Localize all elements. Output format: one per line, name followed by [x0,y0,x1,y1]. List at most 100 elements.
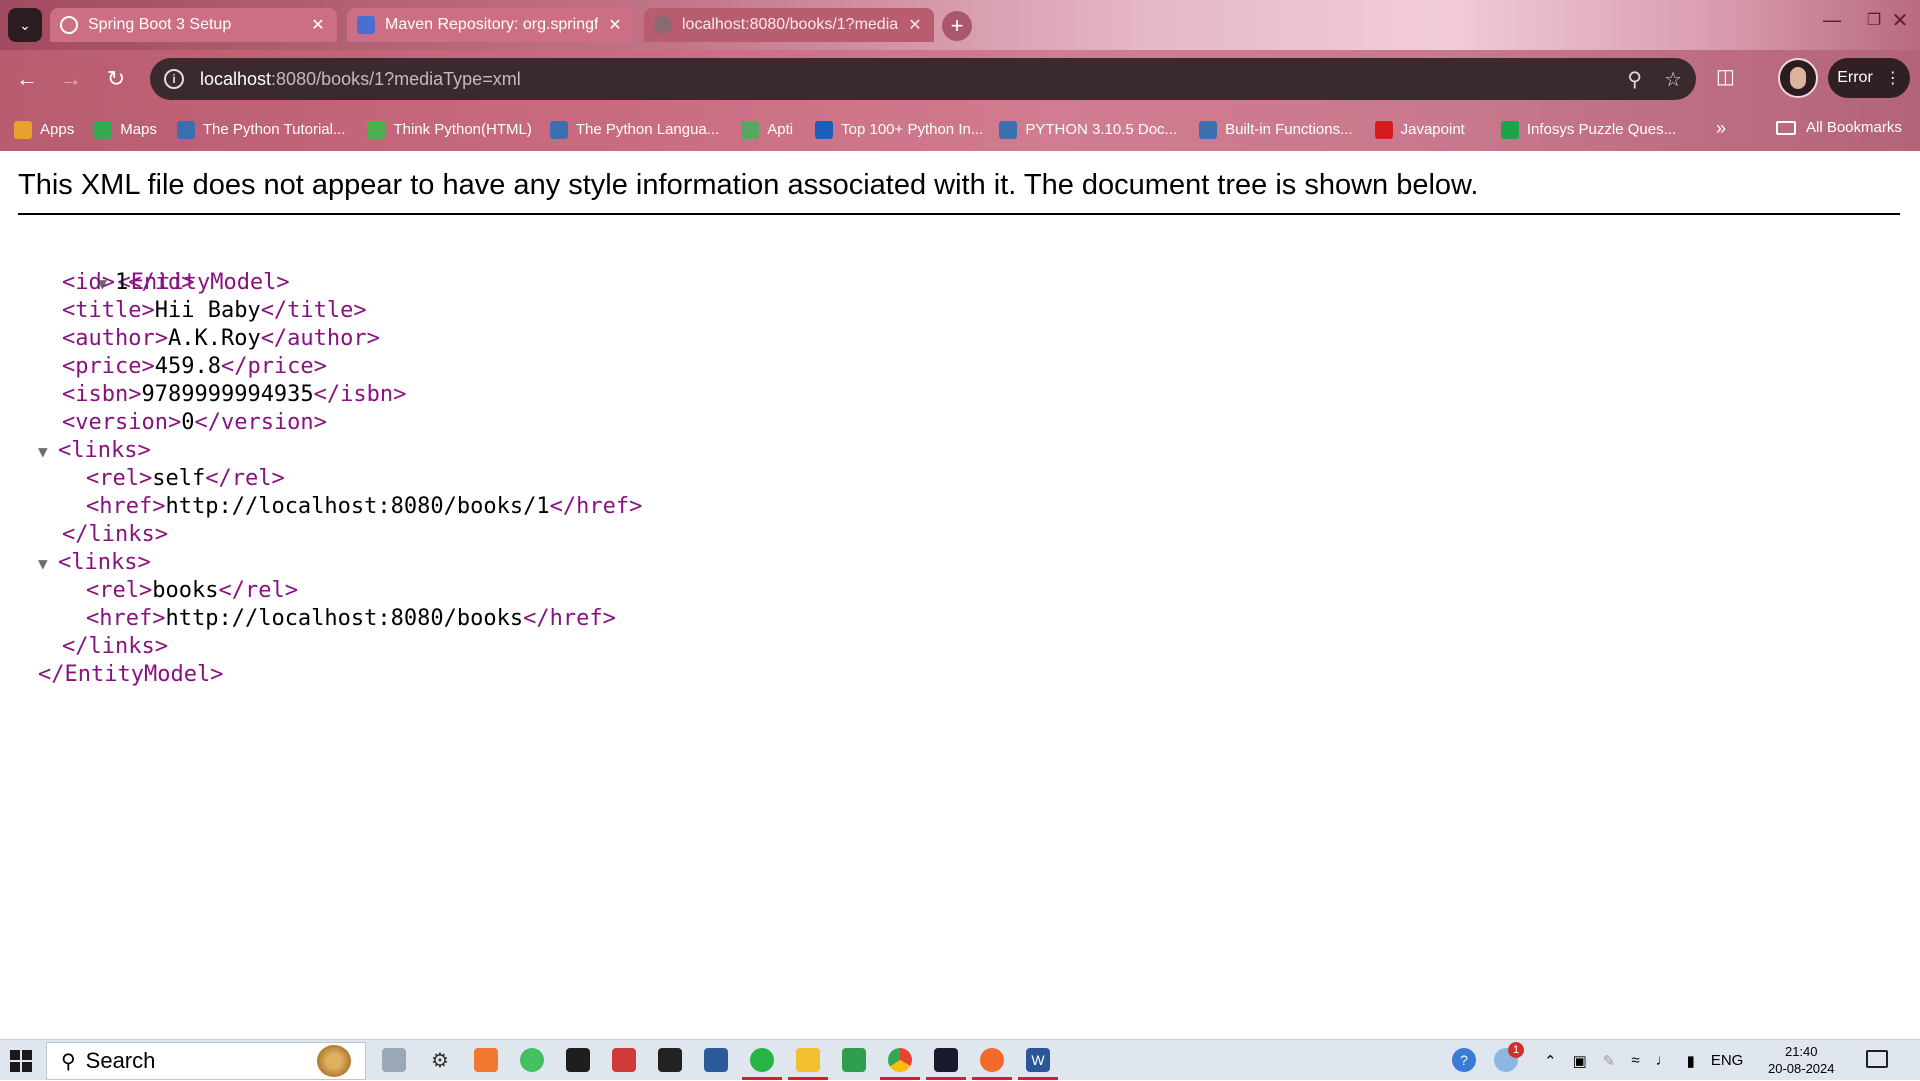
tab-search-button[interactable]: ⌄ [8,8,42,42]
chevron-up-icon[interactable]: ⌃ [1544,1052,1557,1070]
tab-localhost-books[interactable]: localhost:8080/books/1?mediaT ✕ [644,8,934,42]
red-triangle-icon [1374,120,1393,139]
windows-start-icon[interactable] [10,1050,32,1072]
chatgpt-icon [60,16,78,34]
bookmark-item[interactable]: Built-in Functions... [1199,120,1353,139]
bookmark-label: Javapoint [1400,121,1465,138]
close-icon[interactable]: ✕ [606,15,624,35]
xml-tag-open: <author> [62,326,168,351]
intellij-icon[interactable] [926,1048,966,1080]
help-icon[interactable]: ? [1452,1048,1476,1072]
word-icon[interactable]: W [1018,1048,1058,1080]
forward-arrow-icon[interactable]: → [56,64,86,94]
taskbar-clock[interactable]: 21:40 20-08-2024 [1768,1043,1835,1077]
xml-tag-close: </id> [128,270,195,295]
xml-value-version: 0 [181,410,195,435]
python-icon [176,120,195,139]
bookmark-item[interactable]: Infosys Puzzle Ques... [1500,120,1677,139]
postman-icon[interactable] [972,1048,1012,1080]
close-icon[interactable]: ✕ [906,15,924,35]
bookmark-item[interactable]: Top 100+ Python In... [815,120,983,139]
site-info-icon[interactable]: i [164,69,184,89]
all-bookmarks-button[interactable]: All Bookmarks [1776,119,1902,136]
xampp-icon[interactable] [474,1048,498,1072]
profile-avatar[interactable] [1778,58,1818,98]
chevron-down-icon: ⌄ [19,16,31,33]
bookmark-item[interactable]: Javapoint [1374,120,1465,139]
tab-spring-boot-setup[interactable]: Spring Boot 3 Setup ✕ [50,8,337,42]
battery-icon[interactable]: ▮ [1687,1052,1695,1070]
address-bar[interactable]: i localhost:8080/books/1?mediaType=xml ⚲… [150,58,1696,100]
bookmark-item[interactable]: The Python Tutorial... [176,120,346,139]
kebab-menu-icon[interactable]: ⋮ [1885,68,1901,88]
collapse-triangle-icon[interactable]: ▼ [38,438,58,466]
presentation-icon[interactable] [612,1048,636,1072]
file-explorer-icon[interactable] [788,1048,828,1080]
sql-server-icon[interactable] [704,1048,728,1072]
xml-tag-entitymodel-close: </EntityModel> [38,662,224,687]
xml-tag-close: </author> [260,326,380,351]
tab-maven-repository[interactable]: Maven Repository: org.springfr ✕ [347,8,634,42]
xml-tag-links-open: <links> [58,550,151,575]
notifications-icon[interactable] [1866,1050,1888,1068]
sheets-icon[interactable] [842,1048,866,1072]
mvn-icon [357,16,375,34]
profile-error-button[interactable]: Error ⋮ [1828,58,1910,98]
collapse-triangle-icon[interactable]: ▼ [38,550,58,578]
xml-value-title: Hii Baby [154,298,261,323]
xml-tag-close: </title> [260,298,367,323]
language-indicator[interactable]: ENG [1711,1052,1744,1069]
new-tab-button[interactable]: + [942,11,972,41]
whatsapp-icon[interactable] [742,1048,782,1080]
notification-badge: 1 [1508,1042,1524,1058]
minimize-window-button[interactable]: — [1812,10,1852,31]
taskbar-search-label: Search [85,1048,156,1073]
bookmark-label: Infosys Puzzle Ques... [1526,121,1677,138]
taskbar-search-box[interactable]: ⚲ Search [46,1042,366,1080]
weather-widget-icon[interactable] [382,1048,406,1072]
xml-value-href: http://localhost:8080/books/1 [165,494,550,519]
close-icon[interactable]: ✕ [309,15,327,35]
system-tray: ⌃ ▣ ✎ ≈ ♩ ▮ ENG [1544,1040,1743,1081]
whatsapp-small-icon[interactable] [520,1048,544,1072]
xml-tag-open: <href> [86,606,166,631]
settings-gear-icon[interactable]: ⚙ [428,1048,452,1072]
green-play-icon [1500,120,1519,139]
extensions-icon[interactable]: ◫ [1716,64,1735,89]
xml-value-price: 459.8 [154,354,221,379]
close-window-button[interactable]: ✕ [1880,8,1920,33]
volume-icon[interactable]: ♩ [1656,1052,1671,1069]
xml-tag-open: <isbn> [62,382,142,407]
star-bookmark-icon[interactable]: ☆ [1664,67,1682,92]
zoom-icon[interactable]: ⚲ [1627,67,1642,92]
xml-tag-close: </rel> [205,466,285,491]
bookmark-item[interactable]: The Python Langua... [549,120,719,139]
pen-icon[interactable]: ✎ [1603,1052,1616,1070]
security-icon[interactable]: ▣ [1573,1052,1587,1070]
github-icon[interactable] [658,1048,682,1072]
bookmark-label: Maps [120,121,157,138]
bookmark-item[interactable]: Apti [741,120,794,139]
bookmark-label: Apti [767,121,794,138]
xml-tag-close: </href> [549,494,643,519]
bookmark-item[interactable]: Think Python(HTML) [367,120,532,139]
bookmark-item[interactable]: Maps [94,120,157,139]
xml-tag-open: <title> [62,298,155,323]
wifi-icon[interactable]: ≈ [1631,1052,1639,1069]
apps-grid-icon [14,120,32,139]
xml-tag-open: <rel> [86,466,153,491]
back-arrow-icon[interactable]: ← [12,64,42,94]
more-bookmarks-chevron-icon[interactable]: » [1716,118,1726,139]
profile-status-label: Error [1837,69,1873,86]
clock-date: 20-08-2024 [1768,1061,1835,1076]
bookmark-label: PYTHON 3.10.5 Doc... [1025,121,1178,138]
xml-tag-close: </rel> [218,578,298,603]
green-leaf-icon [367,120,386,139]
bookmark-item[interactable]: PYTHON 3.10.5 Doc... [999,120,1178,139]
bookmark-label: The Python Tutorial... [202,121,346,138]
terminal-icon[interactable] [566,1048,590,1072]
reload-icon[interactable]: ↻ [101,64,131,94]
bookmark-item[interactable]: Apps [14,120,74,139]
all-bookmarks-label: All Bookmarks [1806,119,1902,136]
chrome-icon[interactable] [880,1048,920,1080]
